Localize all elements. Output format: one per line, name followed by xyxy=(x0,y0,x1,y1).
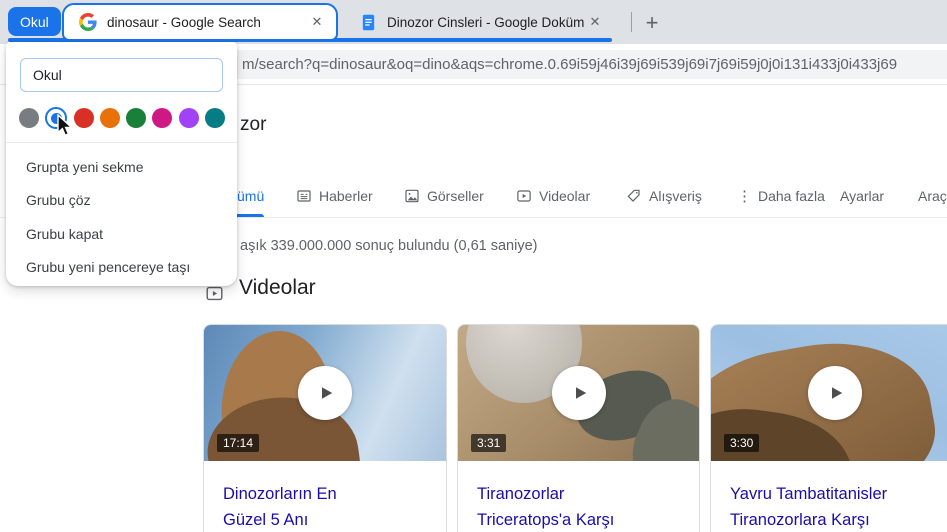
video-thumbnail[interactable]: 3:31 xyxy=(458,325,699,461)
news-icon xyxy=(297,190,311,202)
video-card[interactable]: 3:30 Yavru Tambatitanisler Tiranozorlara… xyxy=(710,324,947,532)
tab-dinozor-docs[interactable]: Dinozor Cinsleri - Google Doküm ✕ xyxy=(346,6,612,38)
play-icon xyxy=(322,387,333,399)
play-button[interactable] xyxy=(808,366,862,420)
tools-link[interactable]: Araç xyxy=(918,186,947,206)
video-duration: 3:31 xyxy=(471,434,507,452)
tab-title: Dinozor Cinsleri - Google Doküm xyxy=(387,14,585,30)
nav-label: Videolar xyxy=(539,188,591,204)
nav-label: Haberler xyxy=(319,188,373,204)
browser-window: Okul dinosaur - Google Search ✕ Dinozor … xyxy=(0,0,947,532)
videos-section-icon xyxy=(205,284,224,308)
nav-label: Alışveriş xyxy=(649,188,702,204)
address-bar[interactable]: m/search?q=dinosaur&oq=dino&aqs=chrome.0… xyxy=(226,50,947,79)
tab-group-menu: Grupta yeni sekme Grubu çöz Grubu kapat … xyxy=(6,42,237,286)
video-icon xyxy=(517,190,531,202)
tab-more[interactable]: ⋮ Daha fazla xyxy=(737,186,825,206)
image-icon xyxy=(405,189,419,203)
color-dot-orange[interactable] xyxy=(99,108,120,128)
title-line: Dinozorların En xyxy=(223,485,337,503)
tab-close-icon[interactable]: ✕ xyxy=(586,13,604,31)
play-button[interactable] xyxy=(551,366,606,420)
tab-news[interactable]: Haberler xyxy=(296,186,373,206)
nav-label: Daha fazla xyxy=(758,188,825,204)
color-dot-cyan[interactable] xyxy=(204,108,225,128)
tab-images[interactable]: Görseller xyxy=(404,186,484,206)
tab-group-chip[interactable]: Okul xyxy=(8,7,61,36)
tag-icon xyxy=(627,189,640,202)
video-card[interactable]: 17:14 Dinozorların En Güzel 5 Anı xyxy=(203,324,447,532)
menu-item-move-group-to-new-window[interactable]: Grubu yeni pencereye taşı xyxy=(6,251,237,285)
title-line: Tiranozorlara Karşı xyxy=(730,511,870,529)
more-dots-icon: ⋮ xyxy=(737,188,752,205)
video-duration: 3:30 xyxy=(724,434,760,452)
menu-item-ungroup[interactable]: Grubu çöz xyxy=(6,184,237,218)
play-icon xyxy=(575,387,586,399)
tab-shopping[interactable]: Alışveriş xyxy=(626,186,702,206)
title-line: Tiranozorlar xyxy=(477,485,565,503)
group-name-input[interactable] xyxy=(20,58,223,92)
google-favicon-icon xyxy=(79,13,97,31)
video-thumbnail[interactable]: 3:30 xyxy=(711,325,947,461)
result-stats: aşık 339.000.000 sonuç bulundu (0,61 san… xyxy=(240,238,538,254)
tab-videos[interactable]: Videolar xyxy=(516,186,590,206)
tab-strip: Okul dinosaur - Google Search ✕ Dinozor … xyxy=(0,0,947,44)
menu-item-close-group[interactable]: Grubu kapat xyxy=(6,217,237,251)
video-title-link[interactable]: Dinozorların En Güzel 5 Anı xyxy=(204,461,446,532)
videos-section-title: Videolar xyxy=(239,276,316,299)
tab-all[interactable]: ümü xyxy=(237,186,264,206)
color-dot-pink[interactable] xyxy=(152,108,173,128)
video-thumbnail[interactable]: 17:14 xyxy=(204,325,446,461)
menu-item-new-tab-in-group[interactable]: Grupta yeni sekme xyxy=(6,150,237,184)
settings-link[interactable]: Ayarlar xyxy=(840,186,884,206)
video-title-link[interactable]: Tiranozorlar Triceratops'a Karşı xyxy=(458,461,699,532)
url-text: m/search?q=dinosaur&oq=dino&aqs=chrome.0… xyxy=(242,56,898,73)
video-title-link[interactable]: Yavru Tambatitanisler Tiranozorlara Karş… xyxy=(711,461,947,532)
google-docs-icon xyxy=(362,14,375,30)
tab-title: dinosaur - Google Search xyxy=(107,14,261,30)
color-dot-grey[interactable] xyxy=(19,108,39,128)
tab-close-icon[interactable]: ✕ xyxy=(308,13,326,31)
nav-label: Görseller xyxy=(427,188,484,204)
title-line: Güzel 5 Anı xyxy=(223,511,309,529)
video-duration: 17:14 xyxy=(217,434,260,452)
search-query-text: zor xyxy=(240,114,267,135)
menu-item-list: Grupta yeni sekme Grubu çöz Grubu kapat … xyxy=(6,150,237,284)
group-color-picker xyxy=(19,106,225,130)
mouse-cursor xyxy=(57,114,74,137)
menu-divider xyxy=(6,142,237,143)
color-dot-red[interactable] xyxy=(73,108,94,128)
color-dot-purple[interactable] xyxy=(178,108,199,128)
play-icon xyxy=(832,387,843,399)
tab-group-label: Okul xyxy=(20,13,49,30)
tab-separator xyxy=(631,12,632,32)
nav-label: Ayarlar xyxy=(840,188,885,204)
new-tab-button[interactable]: + xyxy=(638,9,666,37)
title-line: Triceratops'a Karşı xyxy=(477,511,615,529)
color-dot-green[interactable] xyxy=(126,108,147,128)
tab-dinosaur-search[interactable]: dinosaur - Google Search ✕ xyxy=(62,3,338,41)
title-line: Yavru Tambatitanisler xyxy=(730,485,888,503)
play-button[interactable] xyxy=(298,366,352,420)
video-card[interactable]: 3:31 Tiranozorlar Triceratops'a Karşı xyxy=(457,324,700,532)
nav-label: ümü xyxy=(237,188,265,204)
nav-label: Araç xyxy=(918,188,947,204)
